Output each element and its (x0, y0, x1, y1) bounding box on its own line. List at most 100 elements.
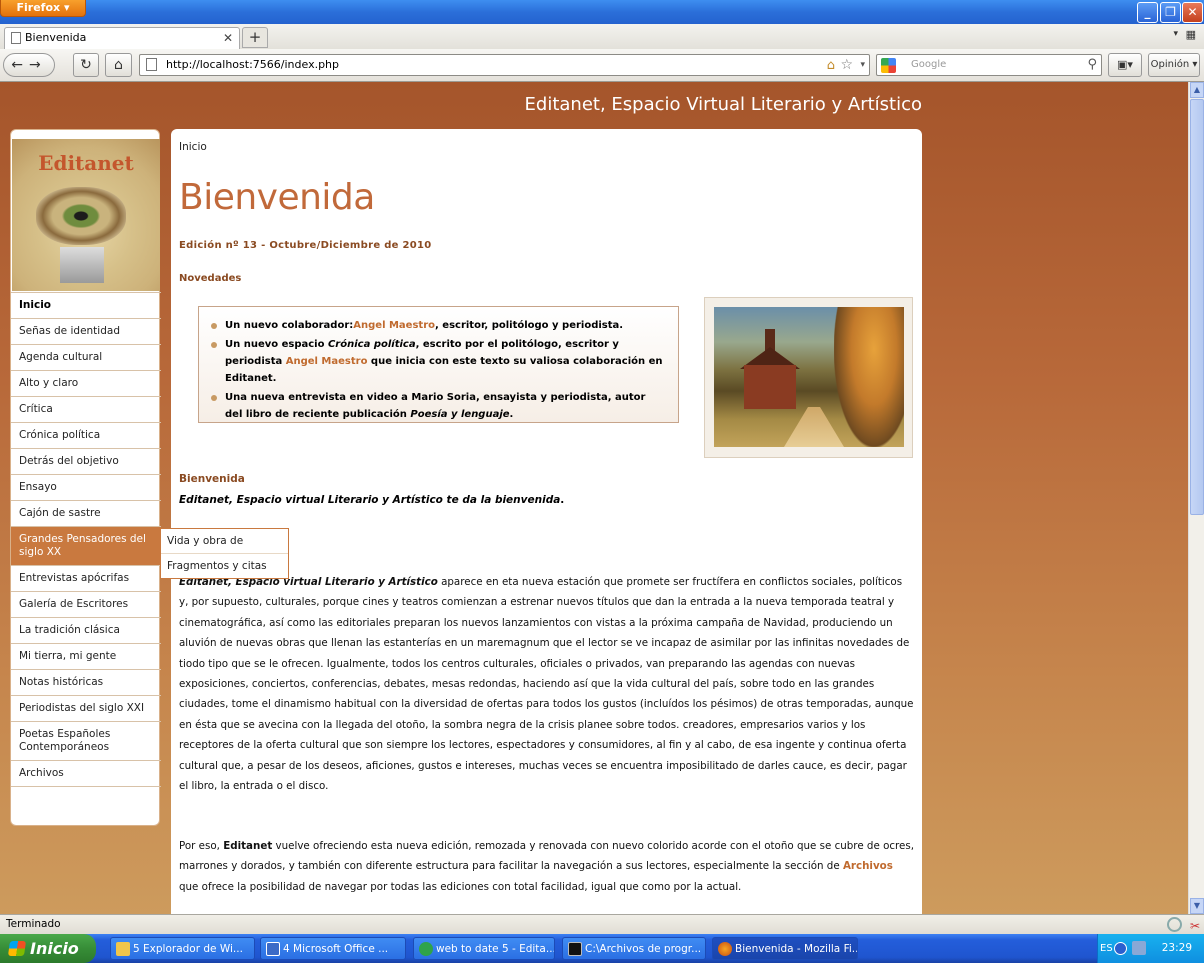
site-title: Editanet, Espacio Virtual Literario y Ar… (524, 94, 922, 115)
menu-item-entrevistas-apocrifas[interactable]: Entrevistas apócrifas (11, 565, 161, 591)
archivos-link[interactable]: Archivos (843, 860, 893, 872)
welcome-heading: Bienvenida (179, 473, 245, 485)
page-icon (11, 32, 21, 44)
task-firefox[interactable]: Bienvenida - Mozilla Fi... (712, 937, 858, 960)
tab-groups-icon[interactable]: ▦ (1186, 28, 1196, 41)
body-paragraph-1: Editanet, Espacio virtual Literario y Ar… (179, 576, 914, 793)
author-link[interactable]: Angel Maestro (353, 320, 435, 331)
menu-item-archivos[interactable]: Archivos (11, 760, 161, 787)
page-icon (146, 58, 157, 71)
task-office[interactable]: 4 Microsoft Office ... (260, 937, 406, 960)
task-web-to-date[interactable]: web to date 5 - Edita... (413, 937, 555, 960)
menu-item-periodistas[interactable]: Periodistas del siglo XXI (11, 695, 161, 721)
windows-logo-icon (7, 941, 27, 956)
edition-label: Edición nº 13 - Octubre/Diciembre de 201… (179, 240, 432, 251)
scroll-up-icon[interactable]: ▲ (1190, 82, 1204, 98)
globe-icon (419, 942, 433, 956)
menu-item-mi-tierra[interactable]: Mi tierra, mi gente (11, 643, 161, 669)
clock[interactable]: 23:29 (1162, 934, 1192, 963)
news-item: Un nuevo espacio Crónica política, escri… (211, 336, 666, 387)
tab-bienvenida[interactable]: Bienvenida ✕ (4, 27, 240, 49)
menu-item-cronica-politica[interactable]: Crónica política (11, 422, 161, 448)
news-item: Una nueva entrevista en video a Mario So… (211, 389, 666, 423)
tree-shape (834, 307, 904, 447)
reload-button[interactable]: ↻ (73, 53, 99, 77)
breadcrumb[interactable]: Inicio (179, 141, 914, 153)
word-icon (266, 942, 280, 956)
scroll-down-icon[interactable]: ▼ (1190, 898, 1204, 914)
menu-item-poetas-espanoles[interactable]: Poetas Españoles Contemporáneos (11, 721, 161, 760)
sync-icon[interactable] (1167, 917, 1182, 932)
site-logo[interactable]: Editanet (12, 139, 160, 291)
tab-bar: Bienvenida ✕ + ▾ ▦ (0, 24, 1204, 49)
menu-item-alto-claro[interactable]: Alto y claro (11, 370, 161, 396)
welcome-subtitle: Editanet, Espacio virtual Literario y Ar… (179, 494, 565, 506)
search-input[interactable]: Google ⚲ (876, 54, 1102, 76)
start-label: Inicio (30, 939, 79, 958)
url-text: http://localhost:7566/index.php (166, 58, 340, 71)
news-box: Un nuevo colaborador:Angel Maestro, escr… (198, 306, 679, 423)
minimize-button[interactable]: _ (1137, 2, 1158, 23)
opinion-button[interactable]: Opinión ▾ (1148, 53, 1200, 77)
news-item: Un nuevo colaborador:Angel Maestro, escr… (211, 317, 666, 334)
submenu-grandes-pensadores: Vida y obra de Fragmentos y citas (160, 528, 289, 579)
start-button[interactable]: Inicio (0, 934, 96, 963)
chevron-down-icon[interactable]: ▾ (860, 55, 865, 75)
vertical-scrollbar[interactable]: ▲ ▼ (1188, 82, 1204, 914)
taskbar: Inicio 5 Explorador de Wi... 4 Microsoft… (0, 934, 1204, 963)
home-button[interactable]: ⌂ (105, 53, 132, 77)
folder-icon (116, 942, 130, 956)
author-link[interactable]: Angel Maestro (286, 356, 368, 367)
firefox-menu-button[interactable]: Firefox ▾ (0, 0, 86, 17)
menu-item-critica[interactable]: Crítica (11, 396, 161, 422)
menu-item-ensayo[interactable]: Ensayo (11, 474, 161, 500)
chapel-photo (714, 307, 904, 447)
window-titlebar: Firefox ▾ _ ❐ ✕ (0, 0, 1204, 24)
firefox-icon (718, 942, 732, 956)
sidebar: Editanet Inicio Señas de identidad Agend… (10, 129, 161, 826)
scrollbar-thumb[interactable] (1190, 99, 1204, 515)
submenu-item-vida-obra[interactable]: Vida y obra de (161, 529, 288, 553)
language-indicator[interactable]: ES (1100, 934, 1113, 963)
main-content: Inicio Bienvenida Edición nº 13 - Octubr… (171, 129, 922, 914)
volume-icon[interactable] (1132, 941, 1146, 955)
maximize-button[interactable]: ❐ (1160, 2, 1181, 23)
google-icon[interactable] (881, 58, 896, 73)
search-icon[interactable]: ⚲ (1087, 55, 1097, 75)
back-forward-button[interactable]: ←→ (3, 53, 55, 77)
menu-item-grandes-pensadores[interactable]: Grandes Pensadores del siglo XX (11, 526, 161, 565)
url-bar[interactable]: http://localhost:7566/index.php ⌂ ☆ ▾ (139, 54, 870, 76)
close-tab-icon[interactable]: ✕ (223, 28, 233, 48)
menu-item-cajon-sastre[interactable]: Cajón de sastre (11, 500, 161, 526)
chapel-photo-frame (704, 297, 913, 458)
menu-item-agenda-cultural[interactable]: Agenda cultural (11, 344, 161, 370)
chapel-shape (744, 365, 796, 409)
menu-item-detras-objetivo[interactable]: Detrás del objetivo (11, 448, 161, 474)
body-paragraph-2: Por eso, Editanet vuelve ofreciendo esta… (179, 840, 915, 893)
menu-item-tradicion-clasica[interactable]: La tradición clásica (11, 617, 161, 643)
logo-text: Editanet (38, 151, 134, 175)
submenu-item-fragmentos-citas[interactable]: Fragmentos y citas (161, 553, 288, 578)
status-bar: Terminado ✂ (0, 914, 1204, 934)
menu-item-inicio[interactable]: Inicio (11, 292, 161, 318)
menu-item-notas-historicas[interactable]: Notas históricas (11, 669, 161, 695)
console-icon (568, 942, 582, 956)
main-menu: Inicio Señas de identidad Agenda cultura… (11, 292, 161, 787)
task-explorer[interactable]: 5 Explorador de Wi... (110, 937, 255, 960)
bookmarks-button[interactable]: ▣▾ (1108, 53, 1142, 77)
system-tray: 23:29 (1097, 934, 1204, 963)
home-icon[interactable]: ⌂ (827, 56, 835, 76)
close-window-button[interactable]: ✕ (1182, 2, 1203, 23)
monitor-icon (60, 247, 104, 283)
new-tab-button[interactable]: + (242, 27, 268, 48)
menu-item-senas-identidad[interactable]: Señas de identidad (11, 318, 161, 344)
page-viewport: Editanet, Espacio Virtual Literario y Ar… (0, 82, 1188, 914)
list-tabs-icon[interactable]: ▾ (1173, 29, 1178, 39)
bookmark-star-icon[interactable]: ☆ (840, 55, 853, 75)
task-console[interactable]: C:\Archivos de progr... (562, 937, 706, 960)
page-title: Bienvenida (179, 177, 375, 218)
tab-title: Bienvenida (25, 31, 87, 44)
network-icon[interactable] (1114, 942, 1127, 955)
opinion-label: Opinión (1150, 59, 1190, 70)
menu-item-galeria-escritores[interactable]: Galería de Escritores (11, 591, 161, 617)
